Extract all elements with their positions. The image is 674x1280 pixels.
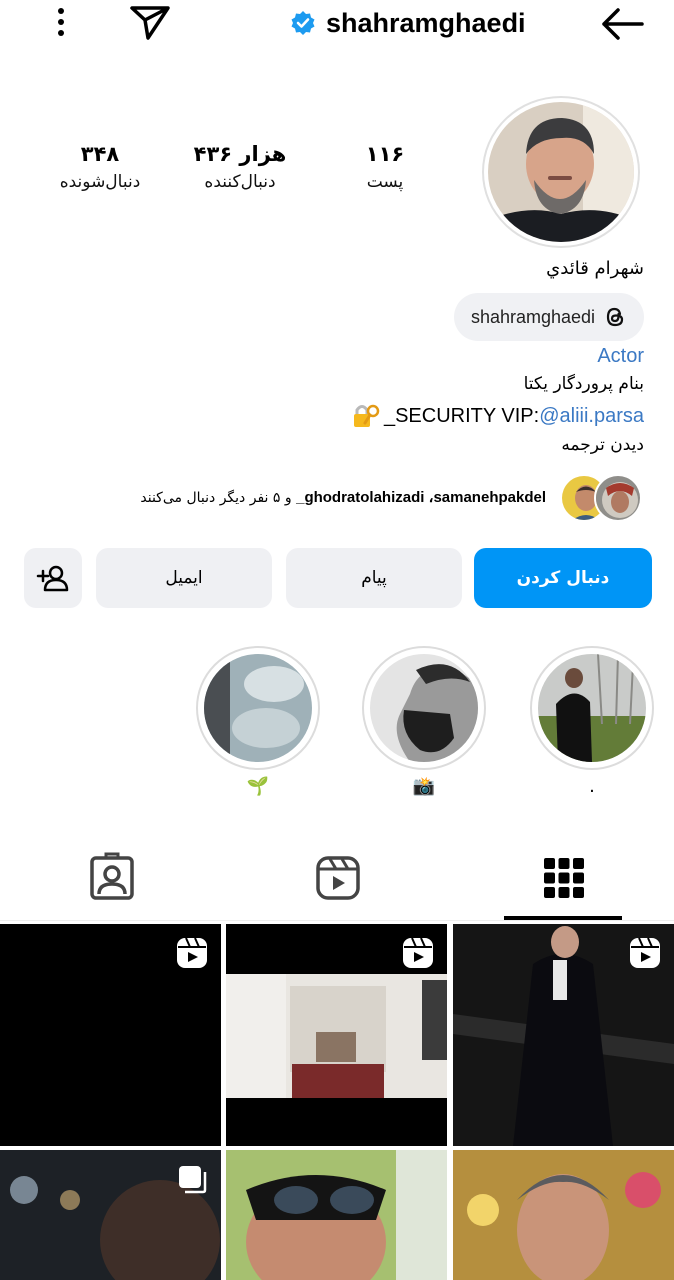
carousel-icon bbox=[179, 1166, 207, 1194]
following-label: دنبال‌شونده bbox=[59, 172, 141, 192]
reels-icon[interactable] bbox=[308, 848, 368, 908]
profile-title: shahramghaedi bbox=[290, 4, 526, 42]
profile-header: shahramghaedi bbox=[0, 0, 674, 48]
avatar[interactable] bbox=[488, 102, 634, 242]
add-user-icon bbox=[36, 565, 69, 592]
followed-by-suffix: و ۵ نفر دیگر دنبال می‌کنند bbox=[140, 490, 297, 506]
message-button[interactable]: پیام bbox=[286, 548, 462, 608]
suggested-users-button[interactable] bbox=[24, 548, 82, 608]
bio-line-2: _SECURITY VIP: @aliii.parsa bbox=[352, 403, 644, 429]
more-icon[interactable] bbox=[48, 6, 74, 40]
post-thumbnail[interactable] bbox=[453, 1150, 674, 1280]
email-button[interactable]: ایمیل bbox=[96, 548, 272, 608]
username-title: shahramghaedi bbox=[326, 7, 526, 38]
story-highlight[interactable] bbox=[530, 646, 654, 770]
bio-mention-link[interactable]: @aliii.parsa bbox=[539, 405, 644, 428]
stat-following[interactable]: ۳۴۸ دنبال‌شونده bbox=[40, 142, 160, 192]
highlight-cover bbox=[538, 654, 646, 762]
highlight-label: 🌱 bbox=[246, 776, 270, 797]
story-highlight[interactable] bbox=[196, 646, 320, 770]
threads-badge[interactable]: shahramghaedi bbox=[454, 293, 644, 341]
profile-category: Actor bbox=[597, 345, 644, 367]
reel-icon bbox=[403, 937, 433, 968]
tagged-icon[interactable] bbox=[82, 848, 142, 908]
threads-handle: shahramghaedi bbox=[470, 306, 596, 327]
see-translation-link[interactable]: دیدن ترجمه bbox=[561, 435, 644, 455]
post-thumbnail[interactable] bbox=[453, 924, 674, 1146]
posts-count: ۱۱۶ bbox=[365, 142, 405, 166]
post-thumbnail[interactable] bbox=[0, 924, 221, 1146]
send-icon[interactable] bbox=[128, 2, 172, 42]
post-thumbnail[interactable] bbox=[226, 924, 447, 1146]
lock-key-icon bbox=[353, 404, 380, 427]
followers-label: دنبال‌کننده bbox=[204, 172, 276, 192]
bio-line-1: بنام پروردگار یکتا bbox=[523, 374, 644, 394]
story-highlight[interactable] bbox=[362, 646, 486, 770]
follower-avatar bbox=[594, 474, 642, 522]
following-count: ۳۴۸ bbox=[80, 142, 120, 166]
followed-by-names: ghodratolahizadi ،samanehpakdel_ bbox=[296, 489, 546, 506]
reel-icon bbox=[177, 937, 207, 968]
followed-by-text[interactable]: ghodratolahizadi ،samanehpakdel_ و ۵ نفر… bbox=[140, 488, 546, 506]
post-image bbox=[453, 1150, 674, 1280]
post-image bbox=[226, 1150, 447, 1280]
followed-by-avatars[interactable] bbox=[560, 474, 644, 526]
highlight-label: 📸 bbox=[412, 776, 436, 797]
follow-button[interactable]: دنبال کردن bbox=[474, 548, 652, 608]
highlight-label: . bbox=[589, 776, 595, 797]
highlight-cover bbox=[370, 654, 478, 762]
threads-icon bbox=[606, 307, 624, 327]
post-thumbnail[interactable] bbox=[0, 1150, 221, 1280]
stat-posts[interactable]: ۱۱۶ پست bbox=[340, 142, 430, 192]
reel-icon bbox=[630, 937, 660, 968]
bio-security-text: _SECURITY VIP: bbox=[383, 404, 540, 427]
full-name: شهرام قائدي bbox=[546, 258, 644, 279]
grid-icon[interactable] bbox=[534, 848, 594, 908]
followers-count: ۴۳۶ هزار bbox=[193, 142, 287, 166]
post-thumbnail[interactable] bbox=[226, 1150, 447, 1280]
posts-label: پست bbox=[366, 172, 404, 192]
tab-divider bbox=[0, 920, 674, 921]
highlight-cover bbox=[204, 654, 312, 762]
back-arrow-icon[interactable] bbox=[598, 4, 646, 44]
stat-followers[interactable]: ۴۳۶ هزار دنبال‌کننده bbox=[180, 142, 300, 192]
verified-icon bbox=[291, 11, 315, 35]
